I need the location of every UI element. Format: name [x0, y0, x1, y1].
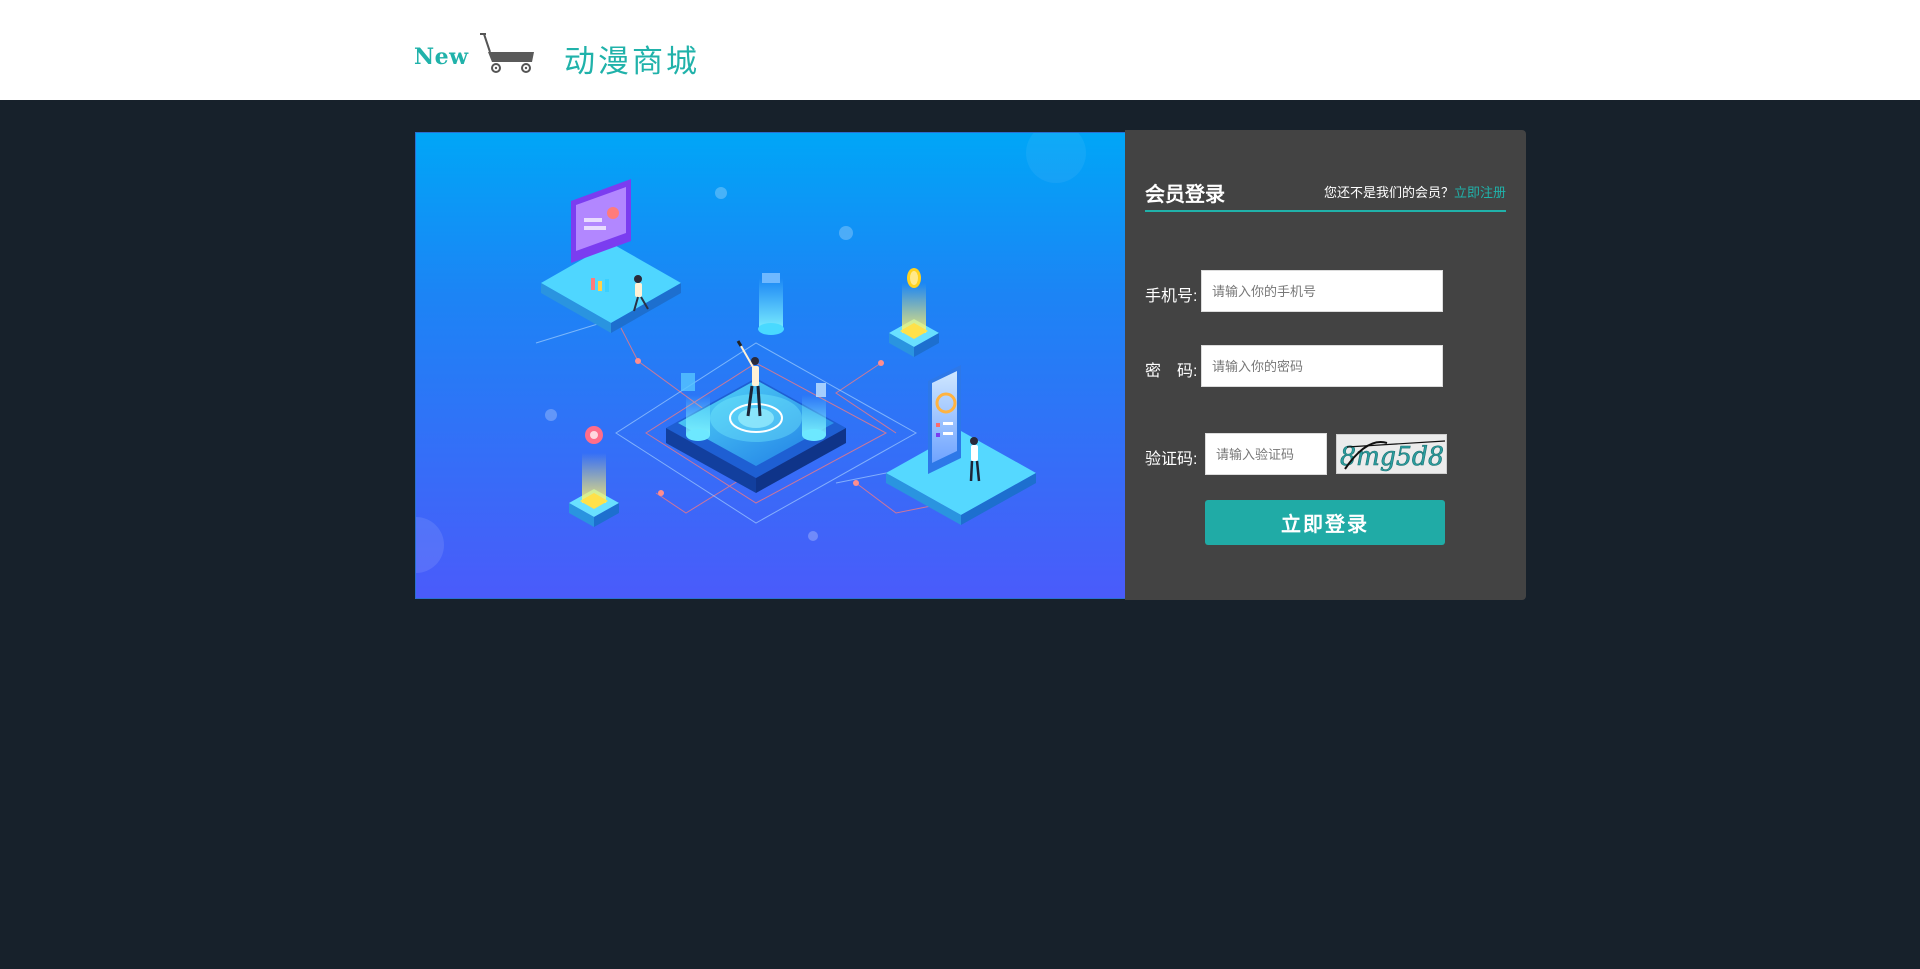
- login-title: 会员登录: [1145, 184, 1225, 206]
- phone-label: 手机号:: [1145, 288, 1198, 305]
- password-input[interactable]: [1201, 345, 1443, 387]
- captcha-graphic: 8mg5d8: [1340, 440, 1446, 472]
- captcha-label: 验证码:: [1145, 451, 1198, 468]
- phone-input[interactable]: [1201, 270, 1443, 312]
- captcha-image[interactable]: 8mg5d8: [1336, 434, 1447, 474]
- password-label: 密 码:: [1145, 363, 1198, 380]
- isometric-illustration: [416, 133, 1086, 573]
- login-banner-illustration: [415, 132, 1126, 599]
- register-prompt-text: 您还不是我们的会员？: [1323, 185, 1454, 200]
- site-name: 动漫商城: [564, 44, 700, 80]
- top-header: New 动漫商城: [0, 0, 1920, 100]
- register-prompt: 您还不是我们的会员？立即注册: [1324, 182, 1506, 201]
- login-submit-button[interactable]: 立即登录: [1205, 500, 1445, 545]
- logo-new-text: New: [414, 44, 469, 70]
- login-panel-header: 会员登录 您还不是我们的会员？立即注册: [1145, 170, 1506, 212]
- captcha-input[interactable]: [1205, 433, 1327, 475]
- site-logo[interactable]: New 动漫商城: [414, 30, 714, 80]
- shopping-cart-icon: [480, 33, 534, 73]
- register-link[interactable]: 立即注册: [1454, 185, 1506, 200]
- login-container: 会员登录 您还不是我们的会员？立即注册 手机号: 密 码: 验证码: 8mg5d…: [415, 130, 1526, 600]
- login-panel: 会员登录 您还不是我们的会员？立即注册 手机号: 密 码: 验证码: 8mg5d…: [1125, 130, 1526, 600]
